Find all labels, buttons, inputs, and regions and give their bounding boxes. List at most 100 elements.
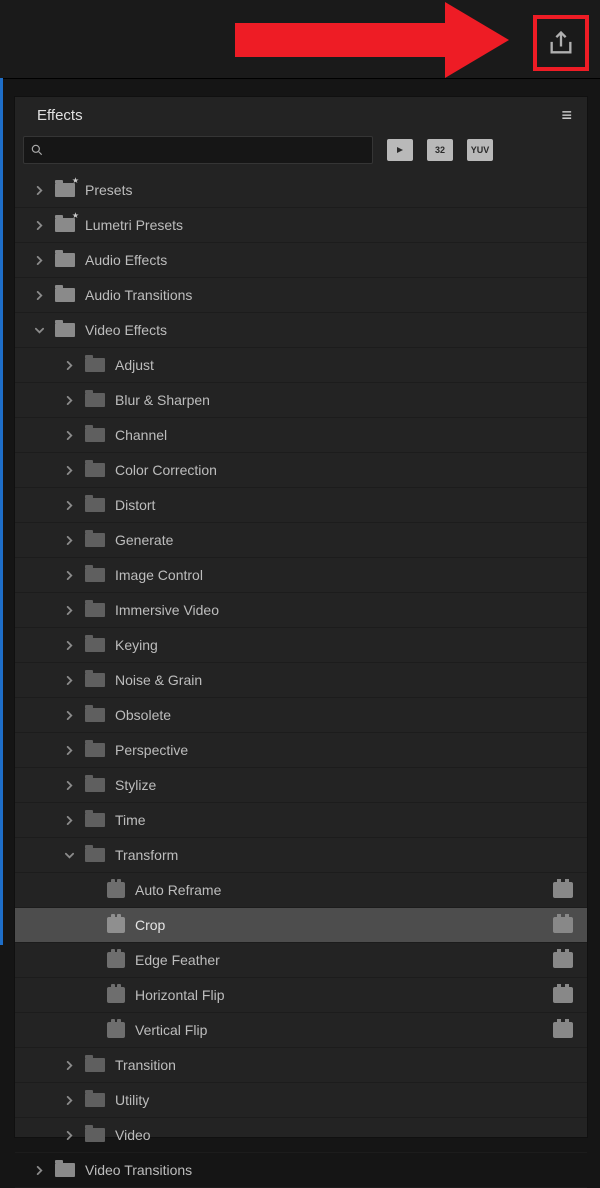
accelerated-badge-icon (553, 917, 573, 933)
chevron-right-icon (63, 639, 75, 651)
export-button-highlight[interactable] (533, 15, 589, 71)
effects-tree: Presets Lumetri Presets Audio Effects Au… (15, 173, 587, 1188)
effect-preset-icon (107, 1022, 125, 1038)
tree-item-generate[interactable]: Generate (15, 523, 587, 558)
chevron-right-icon (63, 744, 75, 756)
tree-item-video-effects[interactable]: Video Effects (15, 313, 587, 348)
chevron-right-icon (33, 219, 45, 231)
tree-item-audio-effects[interactable]: Audio Effects (15, 243, 587, 278)
folder-icon (85, 1128, 105, 1142)
search-icon (30, 143, 44, 157)
tree-item-audio-transitions[interactable]: Audio Transitions (15, 278, 587, 313)
tree-item-image-control[interactable]: Image Control (15, 558, 587, 593)
search-field[interactable] (50, 142, 372, 159)
folder-icon (55, 1163, 75, 1177)
folder-icon (85, 463, 105, 477)
chevron-right-icon (63, 359, 75, 371)
folder-icon (85, 848, 105, 862)
tree-item-distort[interactable]: Distort (15, 488, 587, 523)
chevron-right-icon (33, 184, 45, 196)
effect-vertical-flip[interactable]: Vertical Flip (15, 1013, 587, 1048)
search-input[interactable] (23, 136, 373, 164)
tree-item-keying[interactable]: Keying (15, 628, 587, 663)
accelerated-badge-icon (553, 952, 573, 968)
tree-item-perspective[interactable]: Perspective (15, 733, 587, 768)
folder-icon (85, 358, 105, 372)
chevron-right-icon (63, 1094, 75, 1106)
chevron-right-icon (63, 674, 75, 686)
tree-item-channel[interactable]: Channel (15, 418, 587, 453)
folder-icon (85, 1058, 105, 1072)
tree-item-transition[interactable]: Transition (15, 1048, 587, 1083)
folder-icon (85, 603, 105, 617)
effect-preset-icon (107, 882, 125, 898)
tree-item-adjust[interactable]: Adjust (15, 348, 587, 383)
folder-icon (85, 568, 105, 582)
tree-item-time[interactable]: Time (15, 803, 587, 838)
folder-icon (85, 428, 105, 442)
chevron-right-icon (63, 814, 75, 826)
chevron-right-icon (63, 709, 75, 721)
chevron-right-icon (63, 569, 75, 581)
folder-icon (85, 1093, 105, 1107)
tree-item-blur-sharpen[interactable]: Blur & Sharpen (15, 383, 587, 418)
tree-item-immersive-video[interactable]: Immersive Video (15, 593, 587, 628)
chevron-right-icon (63, 394, 75, 406)
chevron-right-icon (63, 534, 75, 546)
effect-preset-icon (107, 952, 125, 968)
folder-icon (55, 288, 75, 302)
tree-item-presets[interactable]: Presets (15, 173, 587, 208)
tree-item-stylize[interactable]: Stylize (15, 768, 587, 803)
chevron-right-icon (63, 429, 75, 441)
folder-icon (55, 218, 75, 232)
chevron-right-icon (63, 1129, 75, 1141)
chevron-right-icon (63, 464, 75, 476)
chevron-down-icon (63, 849, 75, 861)
folder-icon (55, 253, 75, 267)
chevron-right-icon (33, 254, 45, 266)
folder-icon (85, 393, 105, 407)
folder-icon (55, 323, 75, 337)
tree-item-transform[interactable]: Transform (15, 838, 587, 873)
tree-item-video-transitions[interactable]: Video Transitions (15, 1153, 587, 1188)
folder-icon (85, 743, 105, 757)
panel-menu-button[interactable]: ≡ (561, 105, 573, 126)
folder-icon (85, 813, 105, 827)
folder-icon (85, 778, 105, 792)
tree-item-video[interactable]: Video (15, 1118, 587, 1153)
app-top-bar (0, 0, 600, 79)
tree-item-utility[interactable]: Utility (15, 1083, 587, 1118)
export-icon (547, 29, 575, 57)
active-panel-indicator (0, 78, 3, 945)
accelerated-badge-icon (553, 882, 573, 898)
folder-icon (85, 673, 105, 687)
folder-icon (85, 533, 105, 547)
folder-icon (55, 183, 75, 197)
chevron-right-icon (63, 604, 75, 616)
tree-item-obsolete[interactable]: Obsolete (15, 698, 587, 733)
chevron-right-icon (33, 1164, 45, 1176)
folder-icon (85, 708, 105, 722)
filter-yuv-button[interactable]: YUV (467, 139, 493, 161)
accelerated-badge-icon (553, 987, 573, 1003)
effect-auto-reframe[interactable]: Auto Reframe (15, 873, 587, 908)
effects-panel: Effects ≡ 32 YUV Presets Lumetri Presets… (14, 96, 588, 1138)
accelerated-badge-icon (553, 1022, 573, 1038)
effect-preset-icon (107, 987, 125, 1003)
panel-title: Effects (37, 107, 83, 124)
tree-item-noise-grain[interactable]: Noise & Grain (15, 663, 587, 698)
chevron-right-icon (63, 499, 75, 511)
effect-crop[interactable]: Crop (15, 908, 587, 943)
effect-edge-feather[interactable]: Edge Feather (15, 943, 587, 978)
effect-preset-icon (107, 917, 125, 933)
chevron-right-icon (63, 779, 75, 791)
folder-icon (85, 498, 105, 512)
filter-32bit-button[interactable]: 32 (427, 139, 453, 161)
chevron-right-icon (33, 289, 45, 301)
chevron-right-icon (63, 1059, 75, 1071)
filter-accelerated-button[interactable] (387, 139, 413, 161)
effect-horizontal-flip[interactable]: Horizontal Flip (15, 978, 587, 1013)
chevron-down-icon (33, 324, 45, 336)
tree-item-lumetri-presets[interactable]: Lumetri Presets (15, 208, 587, 243)
tree-item-color-correction[interactable]: Color Correction (15, 453, 587, 488)
